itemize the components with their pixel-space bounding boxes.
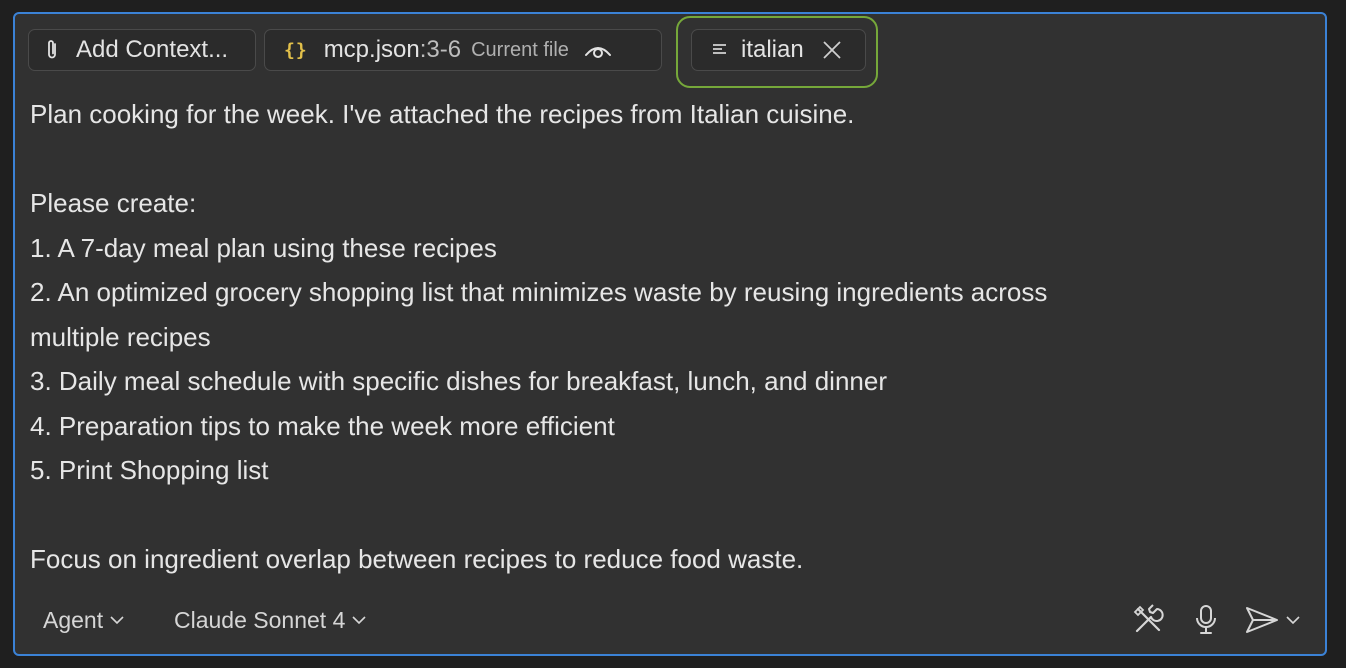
send-icon [1244, 605, 1280, 635]
attachment-name: italian [741, 36, 804, 63]
message-line: Please create: [30, 188, 197, 218]
message-line: 1. A 7-day meal plan using these recipes [30, 232, 497, 263]
message-line: 4. Preparation tips to make the week mor… [30, 410, 615, 441]
microphone-button[interactable] [1191, 600, 1221, 640]
current-file-chip[interactable]: {} mcp.json:3-6 Current file [264, 29, 662, 71]
message-line: multiple recipes [30, 321, 211, 352]
chevron-down-icon [352, 615, 366, 625]
file-name: mcp.json [323, 36, 420, 63]
chevron-down-icon[interactable] [1286, 615, 1300, 625]
text-file-icon [712, 43, 727, 57]
mode-dropdown[interactable]: Agent [43, 600, 124, 640]
chat-toolbar: Agent Claude Sonnet 4 [15, 600, 1325, 640]
message-line [30, 493, 1300, 538]
braces-icon: {} [284, 39, 308, 61]
tools-button[interactable] [1129, 600, 1167, 640]
add-context-button[interactable]: Add Context... [28, 29, 256, 71]
chevron-down-icon [110, 615, 124, 625]
paperclip-icon [44, 38, 60, 62]
microphone-icon [1194, 603, 1218, 637]
message-input[interactable]: Plan cooking for the week. I've attached… [30, 92, 1300, 582]
message-line: Focus on ingredient overlap between reci… [30, 544, 804, 574]
message-line: 2. An optimized grocery shopping list th… [30, 277, 1048, 307]
message-line: 5. Print Shopping list [30, 455, 269, 485]
tools-icon [1131, 603, 1165, 637]
add-context-label: Add Context... [76, 36, 229, 63]
current-file-tag: Current file [471, 38, 569, 61]
file-range: :3-6 [419, 36, 462, 63]
eye-icon[interactable] [583, 40, 613, 60]
send-button[interactable] [1241, 600, 1303, 640]
model-dropdown[interactable]: Claude Sonnet 4 [174, 600, 366, 640]
attachment-chip-italian[interactable]: italian [691, 29, 866, 71]
close-icon[interactable] [822, 40, 842, 60]
chat-input-panel[interactable]: Add Context... {} mcp.json:3-6 Current f… [13, 12, 1327, 656]
message-line: 3. Daily meal schedule with specific dis… [30, 366, 887, 396]
mode-label: Agent [43, 606, 104, 633]
message-line [30, 137, 1300, 182]
model-label: Claude Sonnet 4 [174, 606, 346, 633]
message-line: Plan cooking for the week. I've attached… [30, 99, 855, 129]
